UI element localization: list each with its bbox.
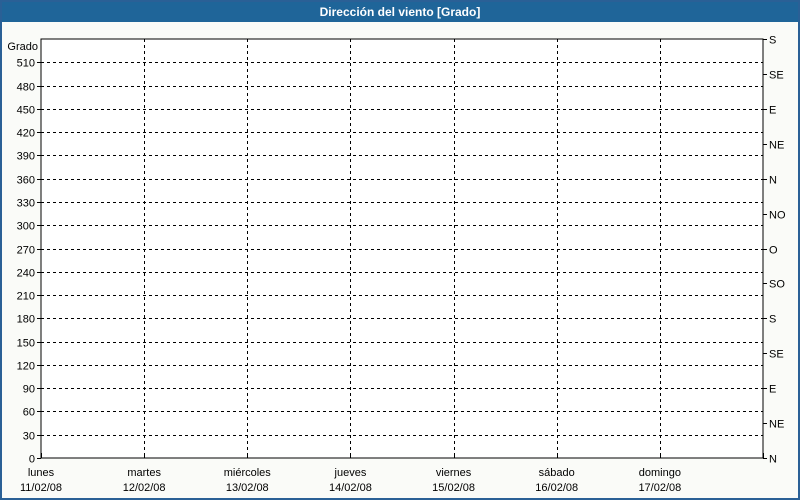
x-day-name-label: domingo bbox=[639, 467, 681, 479]
x-day-name-label: jueves bbox=[334, 467, 367, 479]
y-right-compass-label: NE bbox=[769, 419, 784, 431]
x-day-date-label: 13/02/08 bbox=[226, 482, 269, 494]
y-left-tick-label: 270 bbox=[17, 245, 35, 257]
y-left-tick-label: 120 bbox=[17, 361, 35, 373]
x-day-date-label: 14/02/08 bbox=[329, 482, 372, 494]
y-right-compass-label: SO bbox=[769, 279, 785, 291]
x-day-date-label: 16/02/08 bbox=[535, 482, 578, 494]
x-day-name-label: viernes bbox=[436, 467, 472, 479]
y-right-compass-label: E bbox=[769, 105, 776, 117]
x-day-name-label: sábado bbox=[539, 467, 575, 479]
x-day-date-label: 17/02/08 bbox=[638, 482, 681, 494]
y-left-tick-label: 360 bbox=[17, 175, 35, 187]
x-day-name-label: martes bbox=[127, 467, 161, 479]
y-left-tick-label: 480 bbox=[17, 82, 35, 94]
y-left-tick-label: 0 bbox=[29, 454, 35, 466]
y-axis-unit-label: Grado bbox=[7, 41, 38, 53]
y-left-tick-label: 180 bbox=[17, 314, 35, 326]
y-right-compass-label: S bbox=[769, 35, 776, 47]
y-left-tick-label: 210 bbox=[17, 291, 35, 303]
x-day-date-label: 12/02/08 bbox=[123, 482, 166, 494]
x-day-date-label: 11/02/08 bbox=[20, 482, 62, 494]
chart-title: Dirección del viento [Grado] bbox=[320, 5, 481, 19]
y-left-tick-label: 420 bbox=[17, 128, 35, 140]
y-left-tick-label: 450 bbox=[17, 105, 35, 117]
y-left-tick-label: 390 bbox=[17, 151, 35, 163]
wind-direction-chart-window: Dirección del viento [Grado] 0 30 60 90 120 1… bbox=[0, 0, 800, 500]
plot-area bbox=[41, 39, 763, 458]
y-left-tick-label: 60 bbox=[23, 407, 35, 419]
y-left-tick-label: 240 bbox=[17, 268, 35, 280]
y-left-tick-label: 150 bbox=[17, 338, 35, 350]
x-day-name-label: miércoles bbox=[224, 467, 272, 479]
y-right-compass-label: SE bbox=[769, 70, 784, 82]
wind-direction-chart: 0 30 60 90 120 150 180 210 240 270 300 330 360 390 420… bbox=[2, 22, 798, 498]
y-right-compass-label: N bbox=[769, 454, 777, 466]
y-right-compass-label: E bbox=[769, 384, 776, 396]
y-right-compass-label: N bbox=[769, 175, 777, 187]
y-left-tick-label: 90 bbox=[23, 384, 35, 396]
chart-title-bar: Dirección del viento [Grado] bbox=[2, 2, 798, 22]
y-right-compass-label: O bbox=[769, 245, 778, 257]
y-right-compass-label: S bbox=[769, 314, 776, 326]
y-right-compass-label: NE bbox=[769, 140, 784, 152]
x-day-name-label: lunes bbox=[28, 467, 55, 479]
y-left-tick-label: 30 bbox=[23, 431, 35, 443]
x-day-date-label: 15/02/08 bbox=[432, 482, 475, 494]
y-left-tick-label: 300 bbox=[17, 221, 35, 233]
y-left-tick-label: 510 bbox=[17, 58, 35, 70]
y-left-tick-label: 330 bbox=[17, 198, 35, 210]
y-right-compass-label: SE bbox=[769, 349, 784, 361]
y-right-compass-label: NO bbox=[769, 210, 786, 222]
